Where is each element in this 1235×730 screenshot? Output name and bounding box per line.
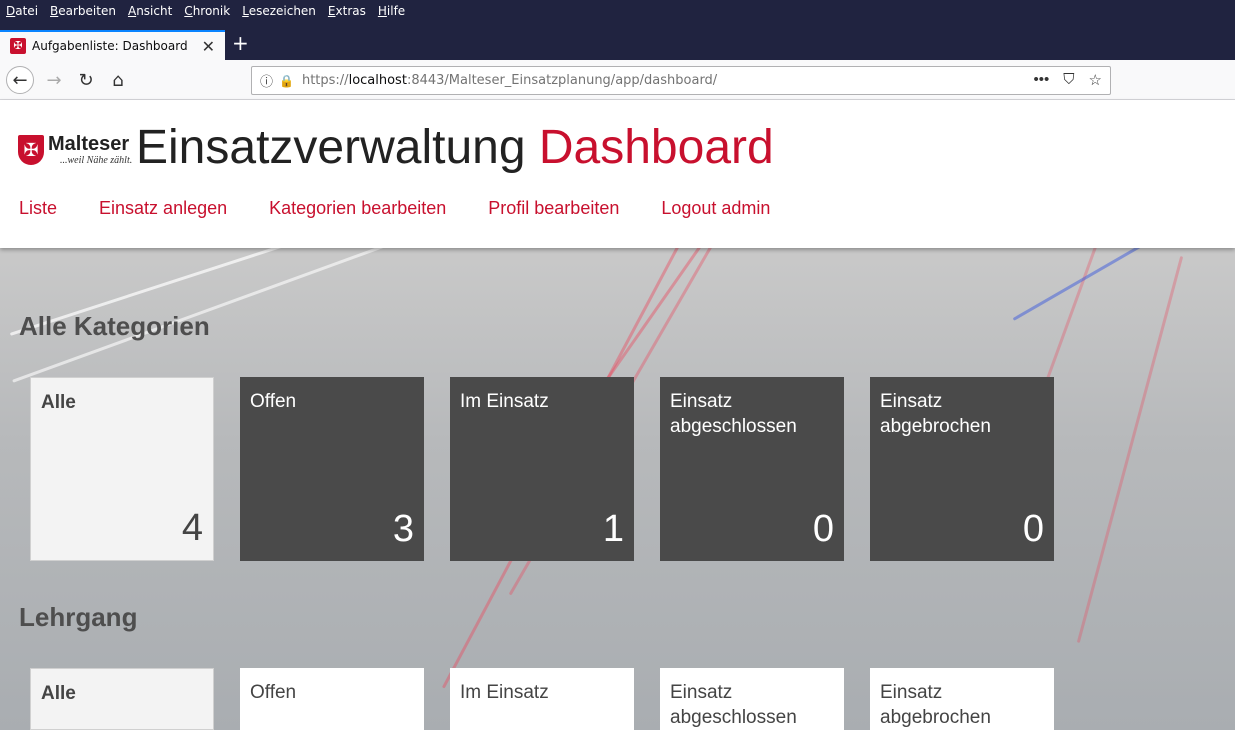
tab-dashboard[interactable]: ✠ Aufgabenliste: Dashboard ✕ [0, 30, 225, 60]
menu-ansicht[interactable]: Ansicht [128, 4, 172, 18]
logo-name: Malteser [48, 133, 130, 155]
home-icon[interactable]: ⌂ [104, 66, 132, 94]
url-text[interactable]: https://localhost:8443/Malteser_Einsatzp… [302, 73, 717, 88]
url-path: :8443/Malteser_Einsatzplanung/app/dashbo… [406, 73, 718, 88]
forward-icon[interactable]: → [40, 66, 68, 94]
section-title-alle-kategorien: Alle Kategorien [19, 311, 210, 341]
card-label: Alle [41, 392, 76, 413]
card-count: 4 [181, 507, 203, 549]
card-alle[interactable]: Alle 4 [30, 377, 214, 561]
menu-hilfe[interactable]: Hilfe [378, 4, 405, 18]
url-prefix: https:// [301, 73, 349, 88]
nav-liste[interactable]: Liste [19, 198, 57, 219]
card-label: Im Einsatz [460, 682, 549, 703]
card-offen[interactable]: Offen 3 [240, 377, 424, 561]
menu-lesezeichen[interactable]: Lesezeichen [242, 4, 316, 18]
logo-tagline: ...weil Nähe zählt. [60, 155, 133, 166]
page-header: ✠ Malteser ...weil Nähe zählt. Einsatzve… [0, 100, 1235, 248]
back-icon[interactable]: ← [6, 66, 34, 94]
card-label: Einsatz abgebrochen [880, 391, 991, 437]
browser-menubar: Datei Bearbeiten Ansicht Chronik Lesezei… [0, 0, 1235, 22]
nav-profil-bearbeiten[interactable]: Profil bearbeiten [488, 198, 619, 219]
card-label: Im Einsatz [460, 391, 549, 412]
url-host: localhost [348, 73, 407, 88]
tab-title: Aufgabenliste: Dashboard [32, 39, 188, 53]
card-label: Offen [250, 682, 297, 703]
card-count: 1 [602, 508, 624, 550]
card-im-einsatz[interactable]: Im Einsatz 1 [450, 377, 634, 561]
maltese-cross-icon: ✠ [18, 135, 44, 165]
card-label: Einsatz abgeschlossen [670, 682, 797, 728]
new-tab-icon[interactable]: + [232, 31, 249, 55]
nav-kategorien-bearbeiten[interactable]: Kategorien bearbeiten [269, 198, 446, 219]
menu-datei[interactable]: Datei [6, 4, 38, 18]
bookmark-star-icon[interactable]: ☆ [1089, 71, 1102, 89]
card-lehrgang-einsatz-abgeschlossen[interactable]: Einsatz abgeschlossen [660, 668, 844, 730]
insecure-lock-icon[interactable]: 🔒 [279, 74, 294, 88]
page-actions-icon[interactable]: ••• [1034, 71, 1050, 89]
menu-extras[interactable]: Extras [328, 4, 366, 18]
malteser-logo[interactable]: ✠ Malteser ...weil Nähe zählt. [18, 133, 132, 166]
pocket-icon[interactable]: ⛉ [1063, 71, 1074, 89]
nav-einsatz-anlegen[interactable]: Einsatz anlegen [99, 198, 227, 219]
url-bar[interactable]: ⓘ 🔒 https://localhost:8443/Malteser_Eins… [251, 66, 1111, 95]
card-lehrgang-einsatz-abgebrochen[interactable]: Einsatz abgebrochen [870, 668, 1054, 730]
tab-bar: ✠ Aufgabenliste: Dashboard ✕ + [0, 22, 1235, 60]
card-label: Einsatz abgebrochen [880, 682, 991, 728]
card-label: Alle [41, 683, 76, 704]
card-label: Einsatz abgeschlossen [670, 391, 797, 437]
card-lehrgang-im-einsatz[interactable]: Im Einsatz [450, 668, 634, 730]
card-einsatz-abgeschlossen[interactable]: Einsatz abgeschlossen 0 [660, 377, 844, 561]
main-nav: Liste Einsatz anlegen Kategorien bearbei… [19, 198, 770, 219]
nav-logout[interactable]: Logout admin [661, 198, 770, 219]
close-tab-icon[interactable]: ✕ [202, 37, 215, 57]
navigation-toolbar: ← → ↻ ⌂ ⓘ 🔒 https://localhost:8443/Malte… [0, 60, 1235, 100]
card-label: Offen [250, 391, 297, 412]
title-accent: Dashboard [538, 121, 774, 174]
reload-icon[interactable]: ↻ [72, 66, 100, 94]
malteser-favicon-icon: ✠ [10, 38, 26, 54]
card-count: 3 [392, 508, 414, 550]
page-title: Einsatzverwaltung Dashboard [136, 120, 774, 175]
title-main: Einsatzverwaltung [136, 121, 526, 174]
card-count: 0 [1022, 508, 1044, 550]
info-icon[interactable]: ⓘ [260, 71, 273, 90]
card-lehrgang-offen[interactable]: Offen [240, 668, 424, 730]
card-count: 0 [812, 508, 834, 550]
menu-bearbeiten[interactable]: Bearbeiten [50, 4, 116, 18]
menu-chronik[interactable]: Chronik [184, 4, 230, 18]
card-lehrgang-alle[interactable]: Alle [30, 668, 214, 730]
card-einsatz-abgebrochen[interactable]: Einsatz abgebrochen 0 [870, 377, 1054, 561]
section-title-lehrgang: Lehrgang [19, 602, 138, 632]
